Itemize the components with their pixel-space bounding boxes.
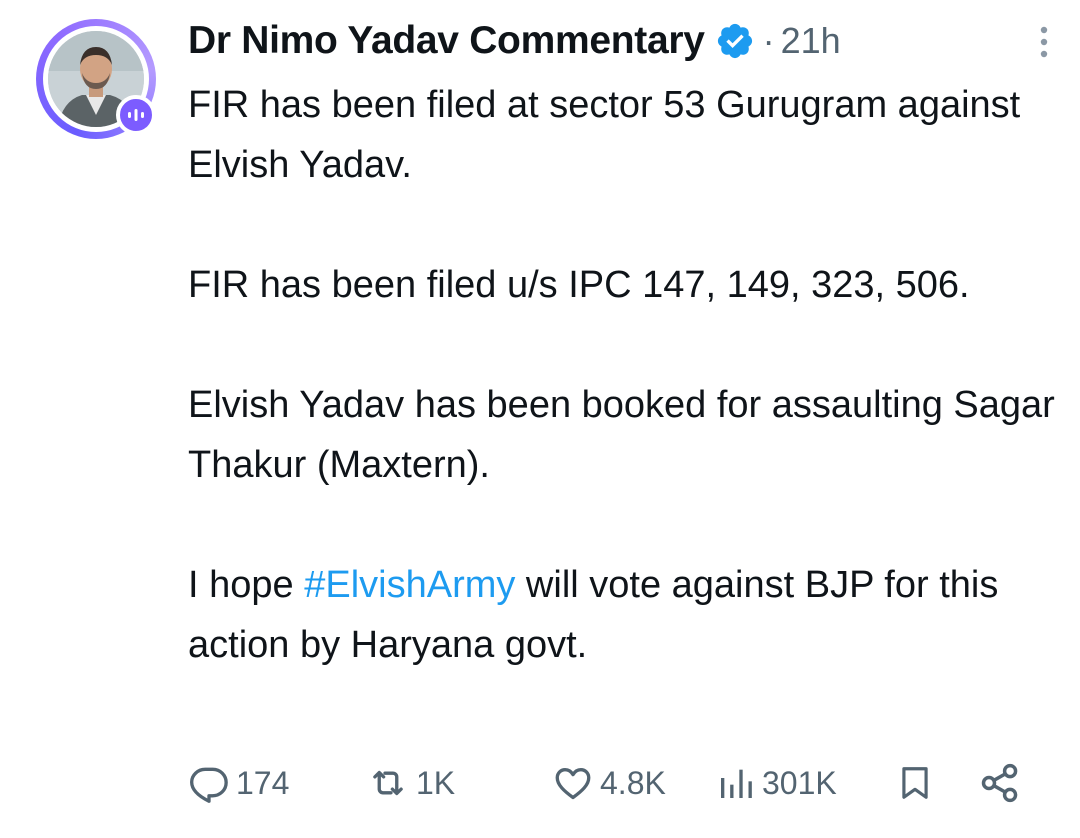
views-chart-icon: [721, 769, 752, 798]
reply-button[interactable]: 174: [188, 756, 289, 810]
bookmark-button[interactable]: [896, 756, 934, 810]
hashtag-link[interactable]: #ElvishArmy: [304, 564, 515, 606]
tweet-header: Dr Nimo Yadav Commentary · 21h: [188, 14, 1060, 68]
more-vertical-icon[interactable]: [1032, 22, 1056, 62]
heart-icon: [555, 768, 591, 800]
tweet-text: FIR has been filed at sector 53 Gurugram…: [188, 75, 1058, 675]
view-count: 301K: [762, 764, 837, 801]
tweet-paragraph: Elvish Yadav has been booked for assault…: [188, 384, 1055, 486]
timestamp[interactable]: 21h: [781, 20, 841, 62]
reply-icon: [190, 767, 228, 803]
share-icon: [981, 763, 1018, 803]
views-button[interactable]: 301K: [716, 756, 837, 810]
tweet-text-segment: I hope: [188, 564, 305, 606]
author-name[interactable]: Dr Nimo Yadav Commentary: [188, 19, 705, 63]
tweet-paragraph: FIR has been filed at sector 53 Gurugram…: [188, 84, 1021, 186]
repost-icon: [373, 770, 403, 796]
separator-dot: ·: [762, 20, 775, 61]
like-button[interactable]: 4.8K: [552, 756, 666, 810]
reply-count: 174: [236, 764, 290, 801]
tweet-action-bar: 174 1K 4.8K 301K: [188, 756, 1048, 810]
avatar[interactable]: [36, 19, 156, 139]
verified-badge-icon: [717, 23, 752, 59]
bookmark-icon: [902, 767, 928, 799]
tweet-paragraph: I hope #ElvishArmy will vote against BJP…: [188, 555, 1058, 675]
like-count: 4.8K: [600, 764, 666, 801]
repost-button[interactable]: 1K: [366, 756, 455, 810]
tweet-paragraph: FIR has been filed u/s IPC 147, 149, 323…: [188, 264, 970, 306]
share-button[interactable]: [978, 756, 1022, 810]
spaces-live-icon: [116, 95, 156, 135]
repost-count: 1K: [416, 764, 456, 801]
